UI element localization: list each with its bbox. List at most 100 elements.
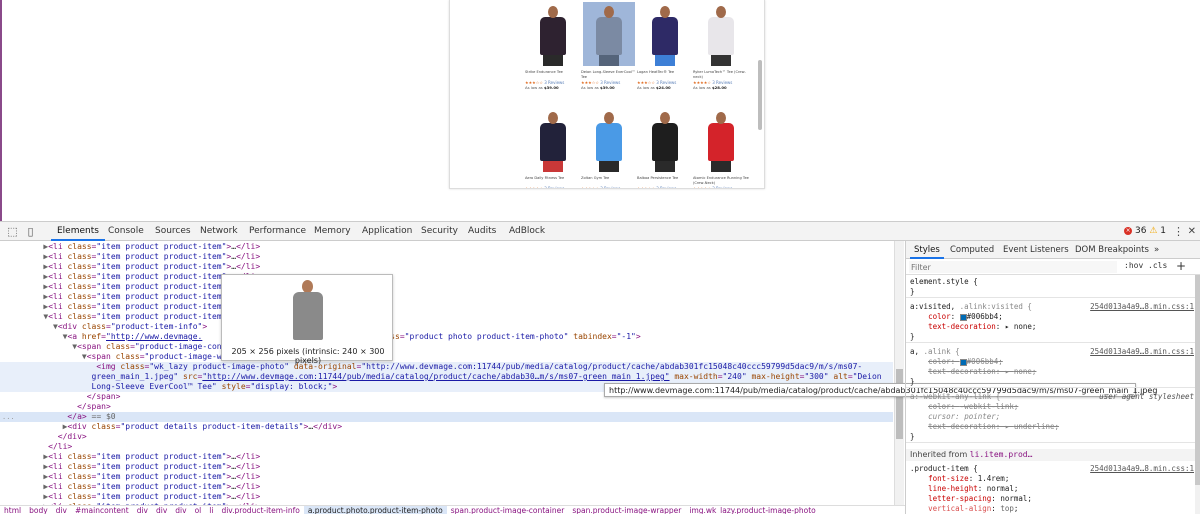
property-value[interactable]: top <box>1000 504 1014 513</box>
breadcrumb-item[interactable]: img.wk_lazy.product-image-photo <box>685 506 819 514</box>
dom-node-line[interactable]: ▶<div class="product details product-ite… <box>0 422 893 432</box>
close-icon[interactable]: ✕ <box>1188 222 1196 241</box>
tab-performance[interactable]: Performance <box>243 222 312 241</box>
reviews-link[interactable]: 3 Reviews <box>544 186 564 188</box>
product-card[interactable]: Balboa Persistence Tee ★★★☆☆ 3 Reviews <box>637 108 693 188</box>
issue-counts[interactable]: × 36 ⚠ 1 <box>1124 222 1166 241</box>
breadcrumb-item[interactable]: #maincontent <box>71 506 133 514</box>
breadcrumb-item[interactable]: html <box>0 506 25 514</box>
dom-node-line[interactable]: ▶<li class="item product product-item">…… <box>0 462 893 472</box>
more-tabs-icon[interactable]: » <box>1150 241 1163 259</box>
dom-node-line[interactable]: ▶<li class="item product product-item">…… <box>0 262 893 272</box>
property-value[interactable]: none <box>1014 322 1032 331</box>
breadcrumb-item[interactable]: span.product-image-wrapper <box>568 506 685 514</box>
product-name[interactable]: Atomic Endurance Running Tee (Crew-Neck) <box>693 176 749 186</box>
breadcrumb-item[interactable]: div <box>171 506 190 514</box>
inherited-element-link[interactable]: li.item.prod… <box>970 450 1033 459</box>
tab-styles[interactable]: Styles <box>910 241 944 259</box>
rule-source-link[interactable]: 254d013a4a9…8.min.css:1 <box>1090 302 1194 312</box>
dom-node-line[interactable]: ▶<li class="item product product-item">…… <box>0 492 893 502</box>
inspect-element-icon[interactable]: ⬚ <box>6 225 19 238</box>
color-swatch[interactable] <box>959 313 967 321</box>
styles-filter-input[interactable] <box>909 261 1117 273</box>
breadcrumb-item[interactable]: div <box>52 506 71 514</box>
property-name[interactable]: text-decoration <box>928 322 996 331</box>
dom-node-line[interactable]: ▶<li class="item product product-item">…… <box>0 282 893 292</box>
product-photo[interactable] <box>527 2 579 66</box>
property-value[interactable]: 1.4rem <box>978 474 1005 483</box>
dom-node-line[interactable]: <img class="wk_lazy product-image-photo"… <box>0 362 893 372</box>
breadcrumb-item[interactable]: div <box>152 506 171 514</box>
product-name[interactable]: Logan HeatTec® Tee <box>637 70 693 80</box>
product-photo[interactable] <box>527 108 579 172</box>
color-swatch[interactable] <box>959 358 967 366</box>
product-name[interactable]: Ryker LumaTech™ Tee (Crew-neck) <box>693 70 749 80</box>
product-card[interactable]: Atomic Endurance Running Tee (Crew-Neck)… <box>693 108 749 188</box>
tab-console[interactable]: Console <box>102 222 150 241</box>
tab-network[interactable]: Network <box>194 222 244 241</box>
product-card[interactable]: Zoltan Gym Tee ★★★☆☆ 3 Reviews <box>581 108 637 188</box>
tab-application[interactable]: Application <box>356 222 418 241</box>
dom-node-line[interactable]: ▶<li class="item product product-item">…… <box>0 482 893 492</box>
property-name[interactable]: color <box>928 312 951 321</box>
dom-node-line[interactable]: ▼<span class="product-image-wrapper %;"> <box>0 352 893 362</box>
dom-node-line[interactable]: ▶<li class="item product product-item">…… <box>0 452 893 462</box>
rule-a-alink[interactable]: a, .alink {254d013a4a9…8.min.css:1 color… <box>906 347 1196 388</box>
tab-memory[interactable]: Memory <box>308 222 357 241</box>
reviews-link[interactable]: 3 Reviews <box>600 186 620 188</box>
tab-dom-breakpoints[interactable]: DOM Breakpoints <box>1071 241 1153 259</box>
tab-sources[interactable]: Sources <box>149 222 197 241</box>
dom-node-line[interactable]: </span> <box>0 402 893 412</box>
product-photo[interactable] <box>583 108 635 172</box>
tab-audits[interactable]: Audits <box>462 222 502 241</box>
product-photo[interactable] <box>695 2 747 66</box>
tab-adblock[interactable]: AdBlock <box>503 222 551 241</box>
breadcrumb-item[interactable]: span.product-image-container <box>447 506 569 514</box>
dom-node-line[interactable]: ▶<li class="item product product-item">…… <box>0 292 893 302</box>
breadcrumb-item[interactable]: body <box>25 506 52 514</box>
dom-node-line[interactable]: ▶<li class="item product product-item">…… <box>0 242 893 252</box>
node-actions-icon[interactable]: ... <box>2 412 15 422</box>
dom-node-line[interactable]: ▼<a href="http://www.devmage. trade-tee.… <box>0 332 893 342</box>
rule-a-visited[interactable]: a:visited, .alink:visited {254d013a4a9…8… <box>906 302 1196 343</box>
breadcrumb-item[interactable]: ol <box>191 506 206 514</box>
styles-scrollbar[interactable] <box>1195 275 1200 514</box>
product-name[interactable]: Strike Endurance Tee <box>525 70 581 80</box>
property-name[interactable]: line-height <box>928 484 978 493</box>
dom-tree[interactable]: ▶<li class="item product product-item">…… <box>0 241 893 505</box>
property-name[interactable]: color <box>928 357 951 366</box>
tab-elements[interactable]: Elements <box>51 222 105 241</box>
product-name[interactable]: Balboa Persistence Tee <box>637 176 693 186</box>
product-photo[interactable] <box>583 2 635 66</box>
product-name[interactable]: Zoltan Gym Tee <box>581 176 637 186</box>
product-name[interactable]: Aero Daily Fitness Tee <box>525 176 581 186</box>
rule-webkit-any-link[interactable]: a:-webkit-any-link {user agent styleshee… <box>906 392 1196 443</box>
class-toggle[interactable]: .cls <box>1148 261 1167 270</box>
rule-product-item[interactable]: .product-item {254d013a4a9…8.min.css:1 f… <box>906 464 1196 514</box>
dom-node-line[interactable]: ▶<li class="item product product-item">…… <box>0 272 893 282</box>
property-value[interactable]: #006bb4 <box>967 312 999 321</box>
breadcrumb-item[interactable]: div.product-item-info <box>217 506 303 514</box>
product-photo[interactable] <box>639 108 691 172</box>
dom-node-line[interactable]: </a> == $0... <box>0 412 893 422</box>
product-card[interactable]: Aero Daily Fitness Tee ★★★★☆ 3 Reviews <box>525 108 581 188</box>
dom-tree-scrollbar[interactable] <box>894 241 904 505</box>
breadcrumb-item[interactable]: li <box>205 506 217 514</box>
rule-source-link[interactable]: 254d013a4a9…8.min.css:1 <box>1090 464 1194 474</box>
property-value[interactable]: #006bb4 <box>967 357 999 366</box>
dom-node-line[interactable]: ▼<div class="product-item-info"> <box>0 322 893 332</box>
breadcrumb-item[interactable]: a.product.photo.product-item-photo <box>303 506 447 514</box>
property-name[interactable]: font-size <box>928 474 969 483</box>
more-options-icon[interactable]: ⋮ <box>1173 222 1184 241</box>
property-name[interactable]: text-decoration <box>928 367 996 376</box>
rule-element-style[interactable]: element.style { } <box>906 277 1196 298</box>
product-photo[interactable] <box>639 2 691 66</box>
dom-node-line[interactable]: ▶<li class="item product product-item">…… <box>0 252 893 262</box>
property-value[interactable]: none <box>1014 367 1032 376</box>
reviews-link[interactable]: 3 Reviews <box>712 186 732 188</box>
dom-node-line[interactable]: green_main_1.jpeg" src="http://www.devma… <box>0 372 893 382</box>
property-name[interactable]: vertical-align <box>928 504 991 513</box>
property-value[interactable]: normal <box>987 484 1014 493</box>
dom-node-line[interactable]: ▼<span class="product-image-container"> <box>0 342 893 352</box>
product-card[interactable]: Ryker LumaTech™ Tee (Crew-neck) ★★★★☆ 3 R… <box>693 2 749 91</box>
